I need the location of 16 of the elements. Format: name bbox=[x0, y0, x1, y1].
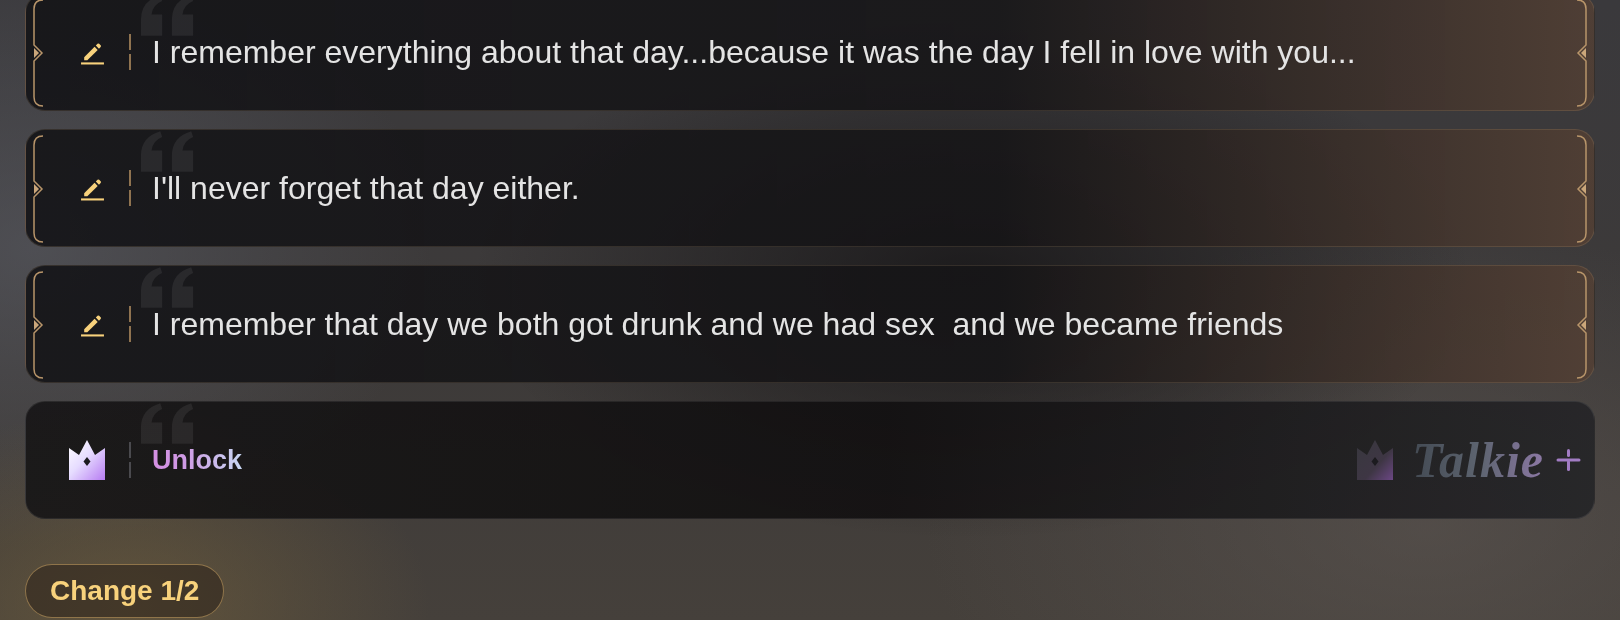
crown-icon bbox=[68, 440, 106, 480]
reply-text: I remember everything about that day...because it was the day I fell in love with you... bbox=[152, 33, 1356, 71]
bracket-chevron-icon bbox=[30, 271, 44, 379]
reply-option[interactable]: I remember that day we both got drunk and we had sex and we became friends bbox=[25, 265, 1595, 383]
change-button[interactable]: Change 1/2 bbox=[25, 564, 225, 618]
bracket-chevron-icon bbox=[1576, 135, 1590, 243]
bracket-chevron-icon bbox=[1576, 0, 1590, 107]
unlock-option[interactable]: Unlock Talkie bbox=[25, 401, 1595, 519]
reply-option[interactable]: I remember everything about that day...because it was the day I fell in love with you... bbox=[25, 0, 1595, 111]
bracket-chevron-icon bbox=[30, 135, 44, 243]
bracket-chevron-icon bbox=[1576, 271, 1590, 379]
reply-text: I'll never forget that day either. bbox=[152, 169, 580, 207]
bracket-chevron-icon bbox=[30, 0, 44, 107]
plus-icon bbox=[1556, 449, 1581, 471]
reply-text: I remember that day we both got drunk and we had sex and we became friends bbox=[152, 305, 1284, 343]
reply-option[interactable]: I'll never forget that day either. bbox=[25, 129, 1595, 247]
